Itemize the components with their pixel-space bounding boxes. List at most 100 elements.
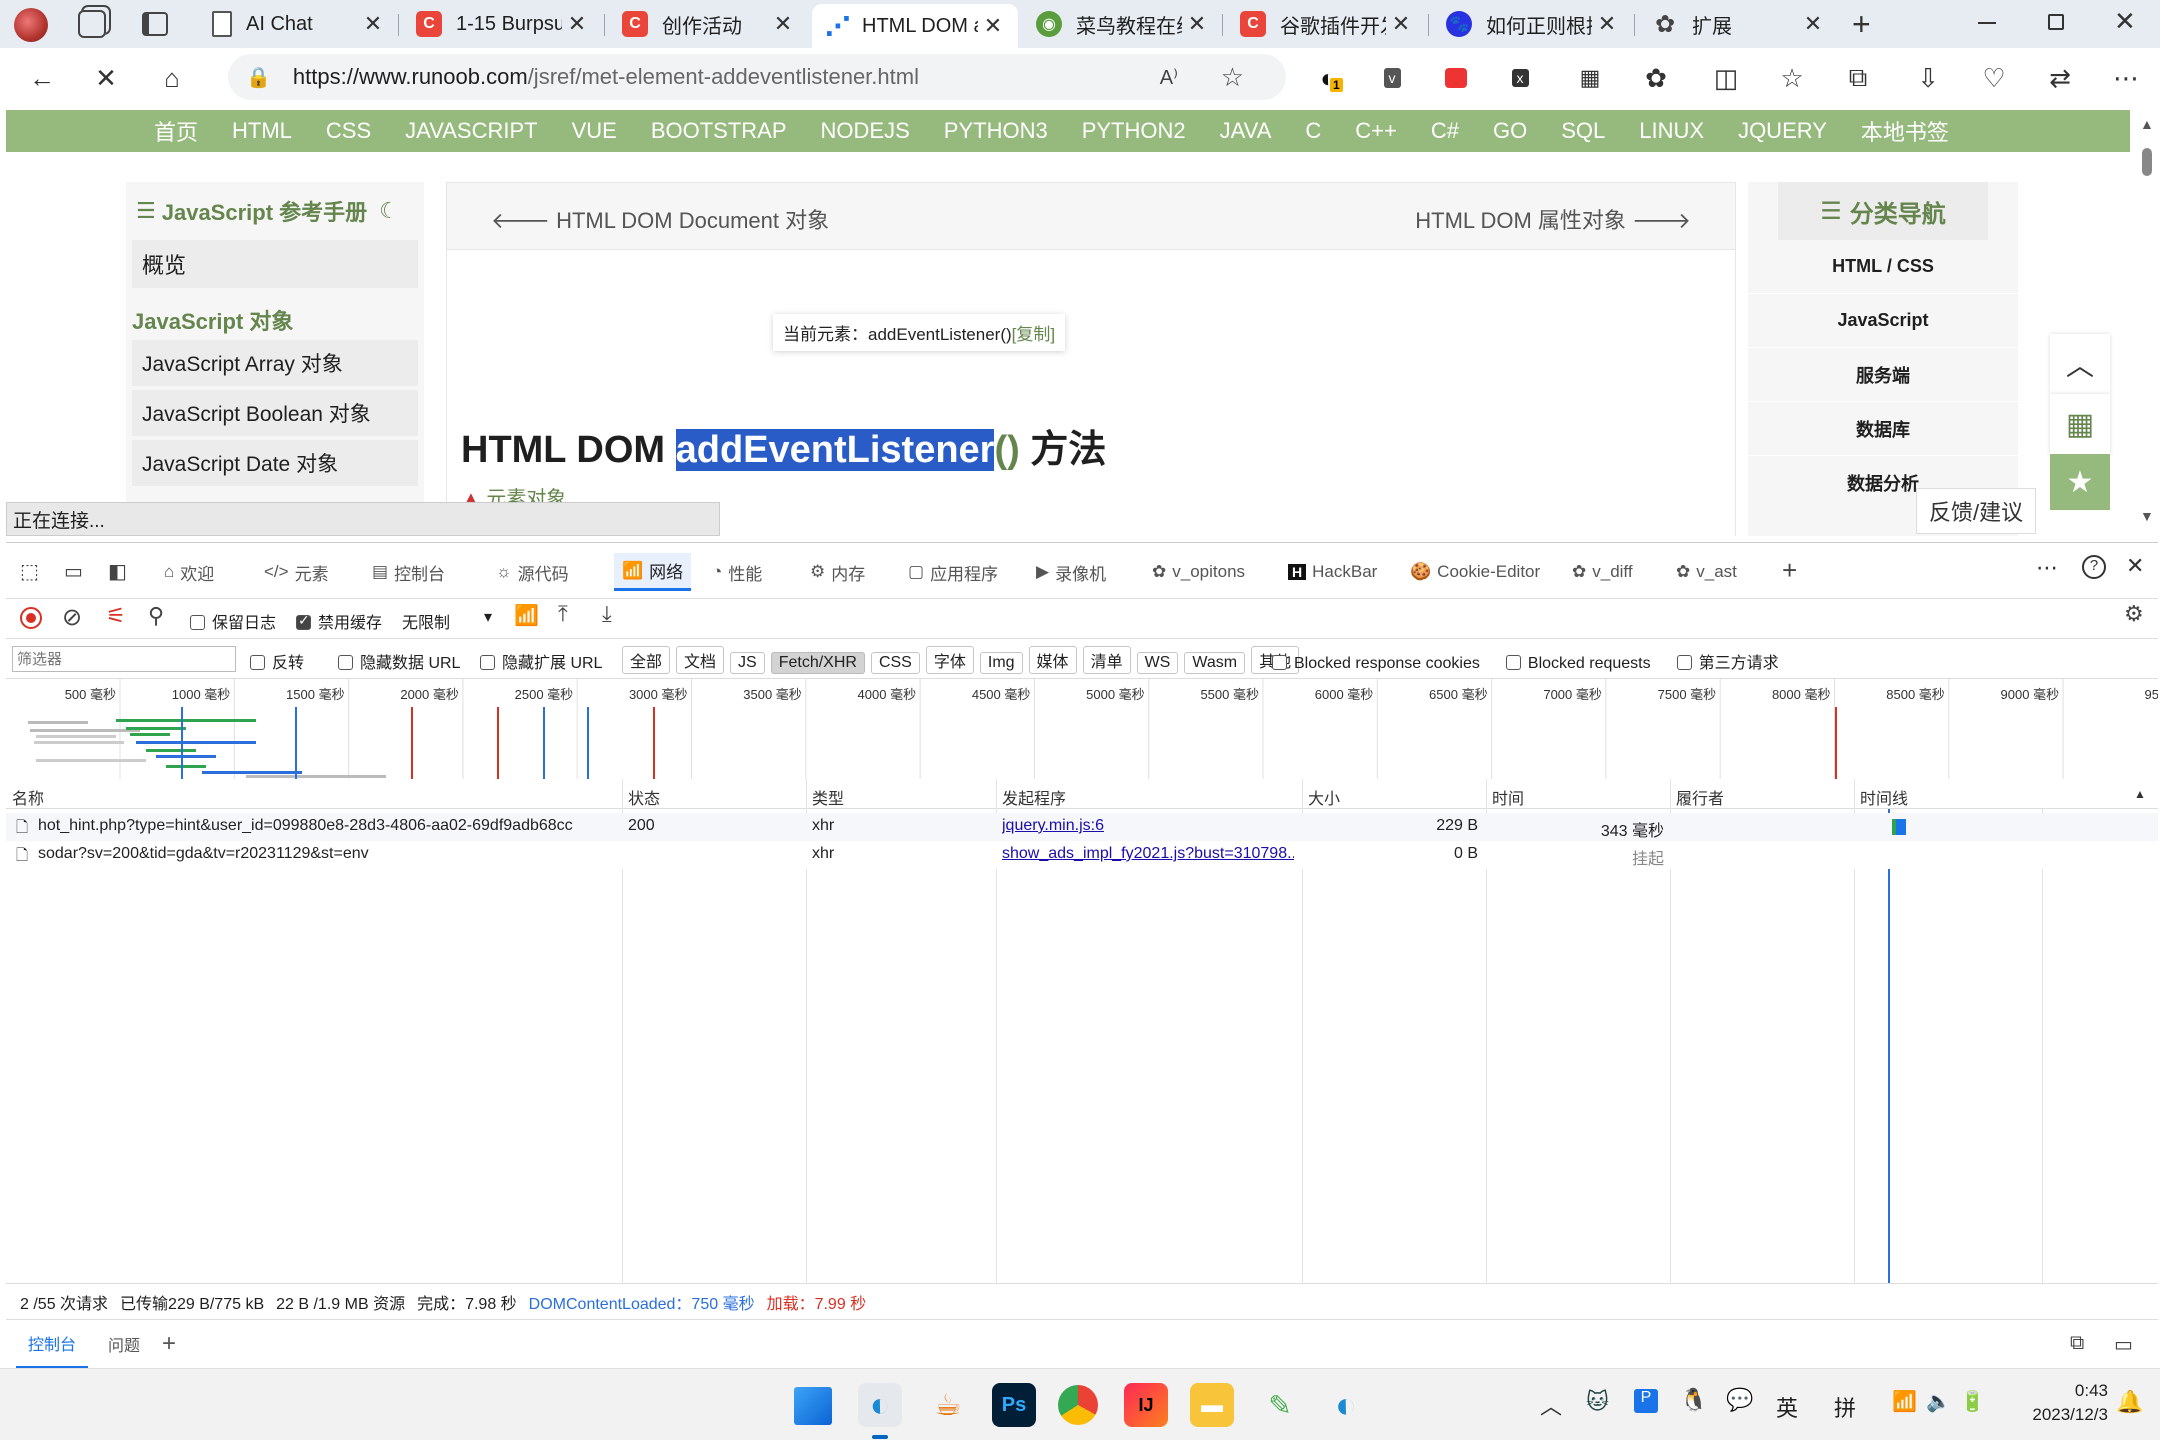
lock-icon[interactable]: 🔒 xyxy=(246,65,271,90)
home-icon[interactable]: ⌂ xyxy=(154,60,190,96)
type-filter-chip[interactable]: WS xyxy=(1136,652,1179,674)
nav-link[interactable]: PYTHON3 xyxy=(944,118,1048,144)
edge-icon[interactable]: ◐ xyxy=(858,1383,902,1427)
more-menu-icon[interactable]: ⋯ xyxy=(2108,60,2144,96)
file-explorer-icon[interactable]: ▬ xyxy=(1190,1383,1234,1427)
column-header[interactable]: 发起程序 xyxy=(1002,785,1066,809)
nav-link[interactable]: SQL xyxy=(1561,118,1605,144)
profile-switch-icon[interactable]: ⇄ xyxy=(2042,60,2078,96)
ime-language[interactable]: 英 xyxy=(1776,1391,1798,1423)
nav-link[interactable]: JAVA xyxy=(1220,118,1272,144)
close-icon[interactable]: ✕ xyxy=(1386,11,1416,37)
column-header[interactable]: 大小 xyxy=(1308,785,1340,809)
type-filter-chip[interactable]: 文档 xyxy=(676,646,725,674)
show-hidden-icons[interactable]: ︿ xyxy=(1540,1389,1562,1421)
drawer-tab-issues[interactable]: 问题 xyxy=(98,1320,150,1368)
column-header[interactable]: 时间 xyxy=(1492,785,1524,809)
restore-button[interactable] xyxy=(2048,14,2064,30)
ime-mode[interactable]: 拼 xyxy=(1834,1391,1856,1423)
downloads-icon[interactable]: ⇩ xyxy=(1910,60,1946,96)
column-header[interactable]: 名称 xyxy=(12,785,44,809)
minimize-button[interactable] xyxy=(1978,22,1996,24)
close-devtools-icon[interactable]: ✕ xyxy=(2126,553,2144,579)
inspect-icon[interactable]: ⬚ xyxy=(20,559,39,584)
nav-link[interactable]: 本地书签 xyxy=(1861,115,1949,147)
preserve-log-checkbox[interactable]: 保留日志 xyxy=(190,609,276,633)
close-icon[interactable]: ✕ xyxy=(358,11,388,37)
battery-icon[interactable]: 🔋 xyxy=(1960,1389,1985,1414)
column-header[interactable]: 履行者 xyxy=(1676,785,1724,809)
close-icon[interactable]: ✕ xyxy=(1182,11,1212,37)
devtools-tab[interactable]: ▶ 录像机 xyxy=(1036,557,1106,587)
favorite-star-icon[interactable]: ☆ xyxy=(1221,62,1244,93)
qr-code-icon[interactable]: ▦ xyxy=(2050,394,2110,454)
sidebar-item[interactable]: JavaScript Date 对象 xyxy=(132,440,418,486)
nav-link[interactable]: JQUERY xyxy=(1738,118,1827,144)
type-filter-chip[interactable]: 全部 xyxy=(622,646,671,674)
read-aloud-icon[interactable]: A⁾ xyxy=(1160,65,1178,90)
close-icon[interactable]: ✕ xyxy=(562,11,592,37)
scroll-thumb[interactable] xyxy=(2142,148,2152,176)
volume-icon[interactable]: 🔈 xyxy=(1926,1389,1951,1414)
type-filter-chip[interactable]: Wasm xyxy=(1184,652,1246,674)
devtools-tab[interactable]: 📶 网络 xyxy=(614,553,692,591)
tab-regex[interactable]: 🐾 如何正则根据 ✕ xyxy=(1430,4,1632,44)
x-extension-icon[interactable]: x xyxy=(1502,60,1538,96)
intellij-icon[interactable]: IJ xyxy=(1124,1383,1168,1427)
tab-burpsuite[interactable]: C 1-15 Burpsuit ✕ xyxy=(400,4,602,44)
network-settings-icon[interactable]: ⚙ xyxy=(2124,601,2144,627)
help-icon[interactable]: ? xyxy=(2082,555,2106,579)
split-screen-icon[interactable]: ◫ xyxy=(1708,60,1744,96)
photoshop-icon[interactable]: Ps xyxy=(992,1383,1036,1427)
column-header[interactable]: 时间线 xyxy=(1860,785,1908,809)
search-icon[interactable]: ⚲ xyxy=(148,603,164,629)
close-icon[interactable]: ✕ xyxy=(768,11,798,37)
devtools-tab[interactable]: ☼ 源代码 xyxy=(496,557,569,587)
devtools-tab[interactable]: ✿ v_ast xyxy=(1676,557,1737,587)
category-item[interactable]: 服务端 xyxy=(1748,348,2018,402)
nav-link[interactable]: C++ xyxy=(1355,118,1397,144)
nav-link[interactable]: BOOTSTRAP xyxy=(651,118,787,144)
scroll-down-icon[interactable]: ▼ xyxy=(2140,508,2154,524)
disable-cache-checkbox[interactable]: 禁用缓存 xyxy=(296,609,382,633)
profile-avatar-icon[interactable] xyxy=(14,8,48,42)
notepad-icon[interactable]: ✎ xyxy=(1258,1383,1302,1427)
throttle-select[interactable]: 无限制 ▾ xyxy=(402,609,502,633)
category-item[interactable]: HTML / CSS xyxy=(1748,240,2018,294)
prev-link[interactable]: 🡐 HTML DOM Document 对象 xyxy=(491,203,829,235)
nav-link[interactable]: NODEJS xyxy=(821,118,910,144)
feedback-tooltip[interactable]: 反馈/建议 xyxy=(1916,488,2037,534)
drawer-tab-console[interactable]: 控制台 xyxy=(16,1320,89,1368)
nav-link[interactable]: VUE xyxy=(572,118,617,144)
performance-icon[interactable]: ♡ xyxy=(1976,60,2012,96)
close-icon[interactable]: ✕ xyxy=(1592,11,1622,37)
invert-checkbox[interactable]: 反转 xyxy=(250,649,304,673)
wechat-icon[interactable]: 💬 xyxy=(1726,1387,1753,1413)
nav-link[interactable]: LINUX xyxy=(1639,118,1704,144)
tab-runoob[interactable]: ◉ 菜鸟教程在线 ✕ xyxy=(1020,4,1222,44)
network-conditions-icon[interactable]: 📶 xyxy=(514,603,539,628)
close-icon[interactable]: ✕ xyxy=(978,13,1008,39)
java-icon[interactable]: ☕ xyxy=(926,1383,970,1427)
column-header[interactable]: 状态 xyxy=(628,785,660,809)
undock-drawer-icon[interactable]: ⧉ xyxy=(2070,1332,2084,1355)
tab-extensions[interactable]: ✿ 扩展 ✕ xyxy=(1636,4,1838,44)
clear-icon[interactable]: ⊘ xyxy=(62,603,82,632)
sidebar-title[interactable]: ☰ JavaScript 参考手册 ☾ xyxy=(126,182,424,240)
type-filter-chip[interactable]: 字体 xyxy=(925,646,974,674)
extra-filter-checkbox[interactable]: Blocked response cookies xyxy=(1272,655,1480,672)
wifi-icon[interactable]: 📶 xyxy=(1892,1389,1917,1414)
vue-devtools-icon[interactable]: v xyxy=(1374,60,1410,96)
type-filter-chip[interactable]: Fetch/XHR xyxy=(770,652,865,674)
workspaces-icon[interactable] xyxy=(78,10,106,38)
initiator-link[interactable]: show_ads_impl_fy2021.js?bust=310798... xyxy=(1002,845,1294,863)
nav-link[interactable]: GO xyxy=(1493,118,1527,144)
type-filter-chip[interactable]: 媒体 xyxy=(1028,646,1077,674)
initiator-link[interactable]: jquery.min.js:6 xyxy=(1002,817,1294,835)
extra-filter-checkbox[interactable]: Blocked requests xyxy=(1505,655,1651,672)
sidebar-item[interactable]: JavaScript Array 对象 xyxy=(132,340,418,386)
stop-loading-icon[interactable]: ✕ xyxy=(88,60,124,96)
address-bar[interactable]: 🔒 https://www.runoob.com/jsref/met-eleme… xyxy=(228,54,1286,100)
category-item[interactable]: JavaScript xyxy=(1748,294,2018,348)
devtools-tab[interactable]: H HackBar xyxy=(1288,557,1377,587)
